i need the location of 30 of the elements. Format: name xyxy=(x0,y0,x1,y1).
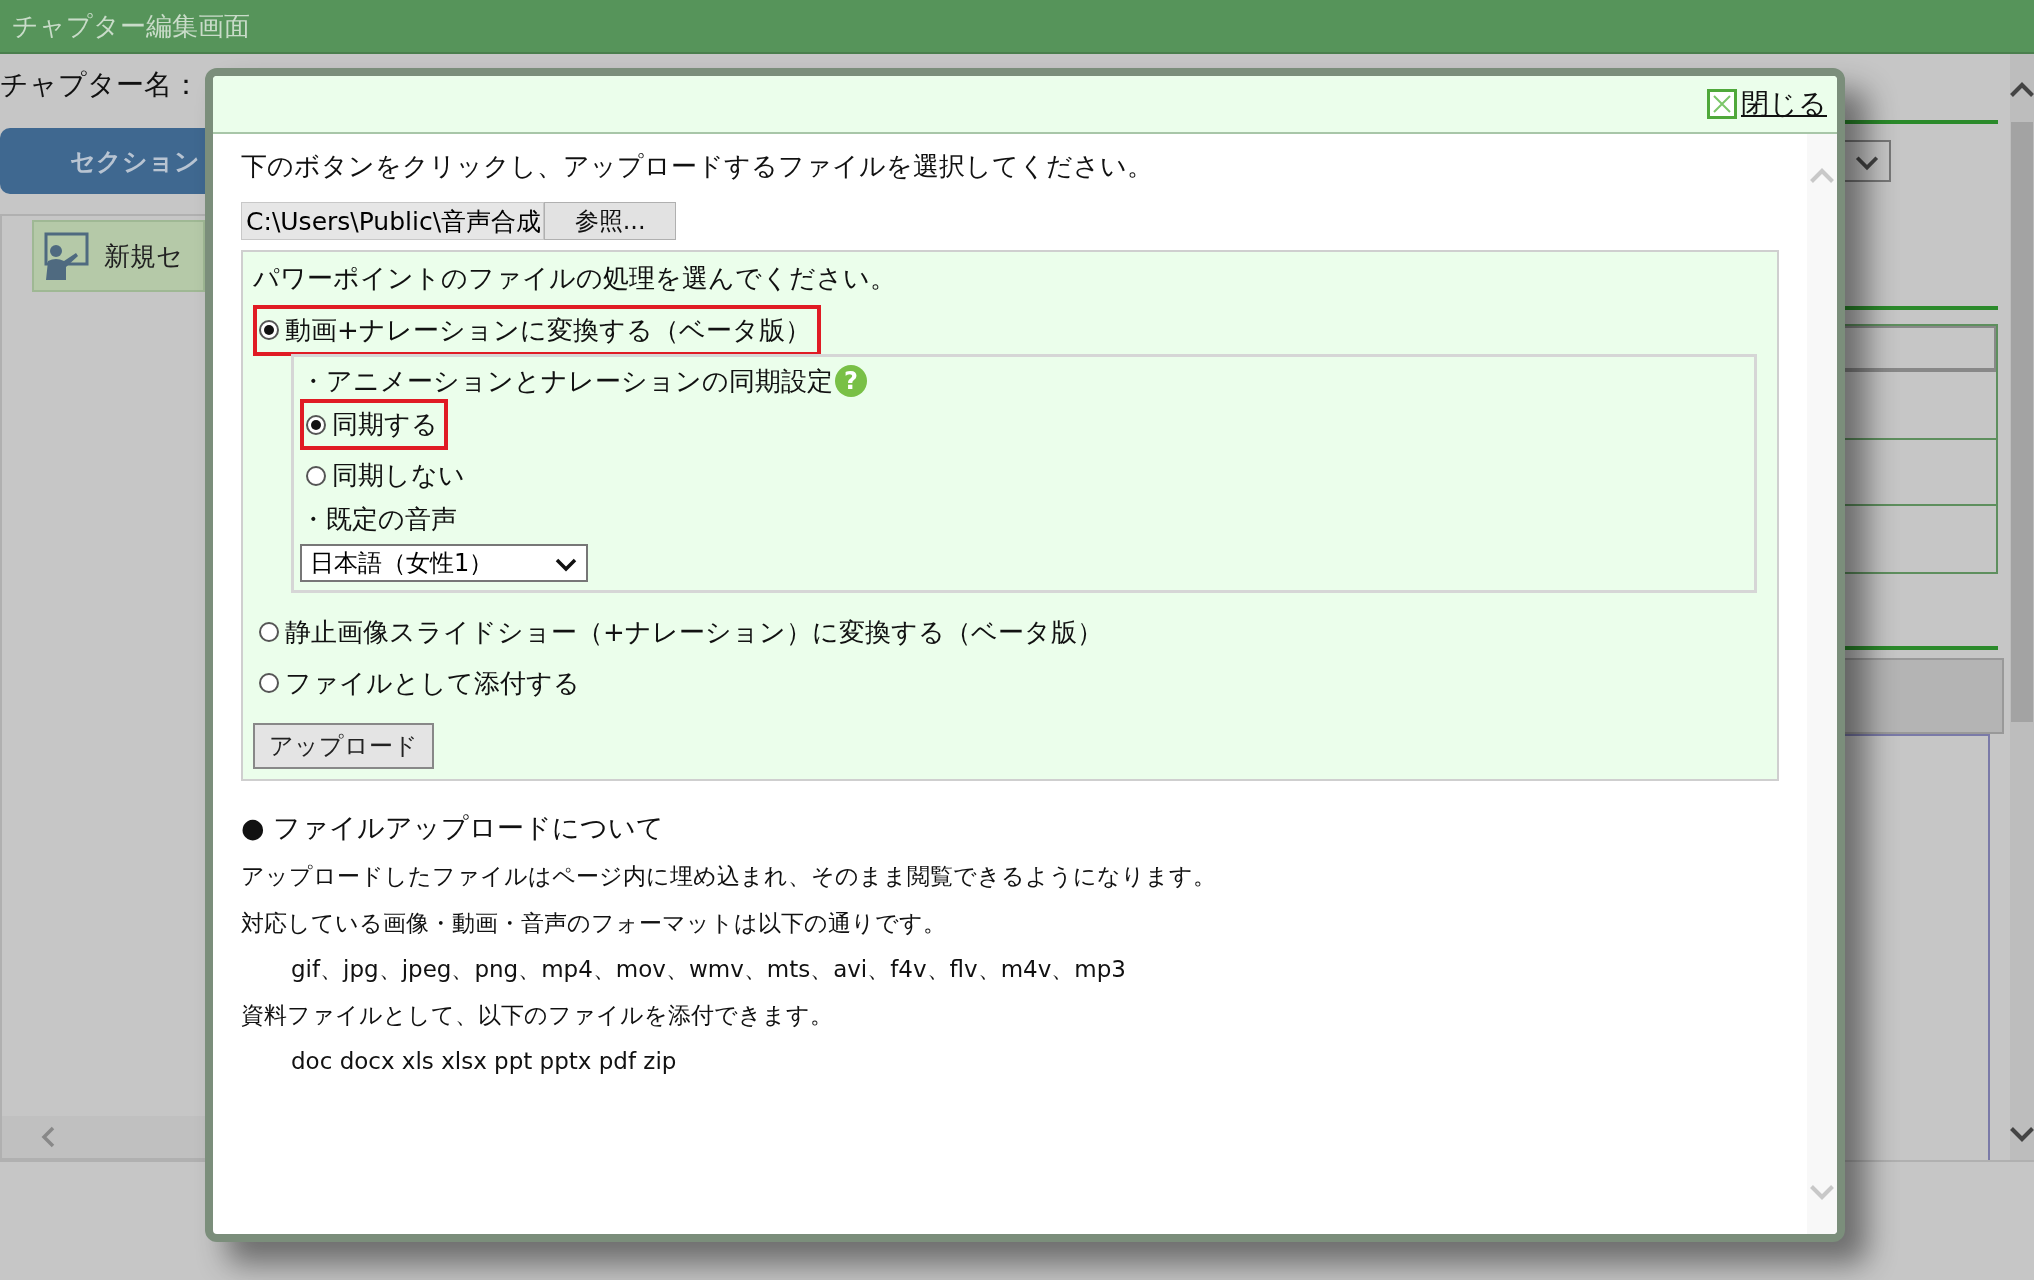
browse-button[interactable]: 参照... xyxy=(544,202,677,241)
voice-heading: ・既定の音声 xyxy=(300,503,458,537)
about-text: doc docx xls xlsx ppt pptx pdf zip xyxy=(290,1047,678,1077)
about-text: アップロードしたファイルはページ内に埋め込まれ、そのまま閲覧できるようになります。 xyxy=(241,862,1217,892)
about-text: gif、jpg、jpeg、png、mp4、mov、wmv、mts、avi、f4v、flv、m4v、mp3 xyxy=(290,954,1127,984)
window-title: チャプター編集画面 xyxy=(0,0,2034,54)
close-icon xyxy=(1707,89,1737,119)
radio-button[interactable] xyxy=(259,320,279,341)
radio-option[interactable]: ファイルとして添付する xyxy=(253,657,590,709)
instruction-text: 下のボタンをクリックし、アップロードするファイルを選択してください。 xyxy=(241,150,1154,183)
about-text: 資料ファイルとして、以下のファイルを添付できます。 xyxy=(241,1000,834,1030)
upload-button[interactable]: アップロード xyxy=(253,722,434,769)
voice-select[interactable]: 日本語（女性1） xyxy=(300,543,588,582)
radio-button[interactable] xyxy=(306,414,326,435)
radio-option[interactable]: 動画+ナレーションに変換する（ベータ版） xyxy=(253,304,821,356)
close-link[interactable]: 閉じる xyxy=(1707,85,1827,123)
sync-heading: ・アニメーションとナレーションの同期設定 xyxy=(300,364,833,398)
about-heading: ● ファイルアップロードについて xyxy=(241,810,666,845)
file-path-field[interactable]: C:\Users\Public\音声合成 xyxy=(241,202,545,241)
about-text: 対応している画像・動画・音声のフォーマットは以下の通りです。 xyxy=(241,908,947,938)
section-item[interactable]: 新規セ xyxy=(32,220,205,292)
radio-button[interactable] xyxy=(259,673,279,694)
chapter-name-label: チャプター名： xyxy=(0,67,201,103)
radio-button[interactable] xyxy=(306,465,326,486)
radio-option[interactable]: 静止画像スライドショー（+ナレーション）に変換する（ベータ版） xyxy=(253,606,1113,658)
radio-button[interactable] xyxy=(259,622,279,643)
radio-option[interactable]: 同期する xyxy=(300,399,448,451)
radio-option[interactable]: 同期しない xyxy=(300,450,475,502)
processing-prompt: パワーポイントのファイルの処理を選んでください。 xyxy=(253,262,897,296)
scrollbar-thumb[interactable] xyxy=(2011,122,2033,722)
